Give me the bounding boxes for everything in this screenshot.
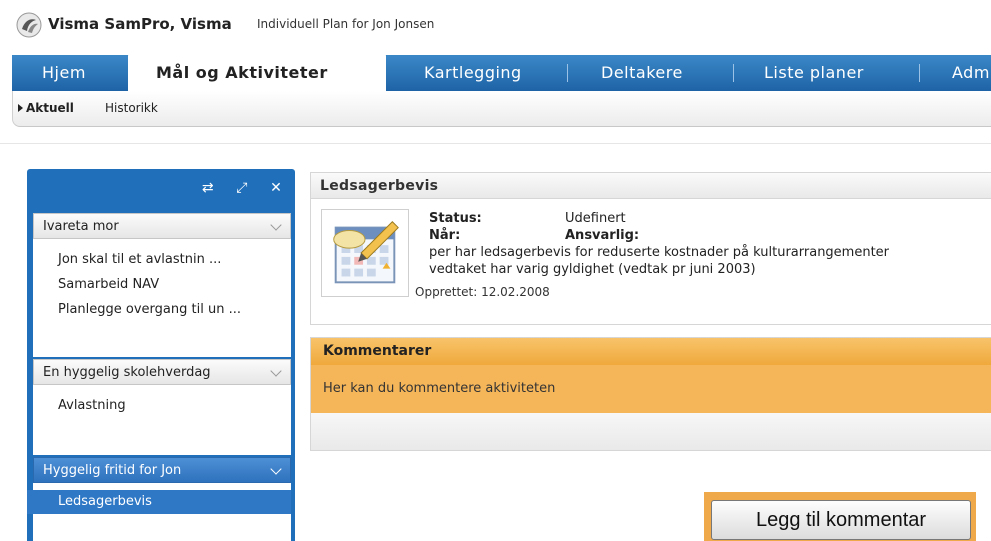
divider bbox=[0, 143, 991, 144]
goal-group: Hyggelig fritid for Jon Ledsagerbevis bbox=[27, 457, 291, 541]
activity-title: Ledsagerbevis bbox=[320, 178, 439, 194]
subnav-aktuell[interactable]: Aktuell bbox=[26, 101, 74, 115]
status-value: Udefinert bbox=[565, 211, 626, 226]
calendar-edit-icon bbox=[321, 209, 409, 297]
header: Visma SamPro, Visma Individuell Plan for… bbox=[0, 0, 991, 50]
goal-group: Ivareta mor Jon skal til et avlastnin ..… bbox=[33, 213, 291, 357]
tab-kartlegging[interactable]: Kartlegging bbox=[424, 55, 522, 91]
comments-footer bbox=[311, 413, 991, 450]
tab-separator bbox=[567, 64, 568, 82]
plan-title: Individuell Plan for Jon Jonsen bbox=[257, 17, 435, 31]
shuffle-icon[interactable]: ⇄ bbox=[199, 179, 217, 197]
tab-liste-planer[interactable]: Liste planer bbox=[764, 55, 864, 91]
expand-all-icon[interactable]: ⤢ bbox=[233, 179, 251, 197]
activity-item[interactable]: Samarbeid NAV bbox=[33, 272, 291, 297]
goal-group: En hyggelig skolehverdag Avlastning bbox=[33, 359, 291, 455]
activity-item[interactable]: Avlastning bbox=[33, 393, 291, 418]
created-date: Opprettet: 12.02.2008 bbox=[415, 285, 550, 299]
activity-detail: Status: Udefinert Når: Ansvarlig: per ha… bbox=[310, 199, 991, 325]
goal-title: En hyggelig skolehverdag bbox=[43, 365, 211, 380]
subnav-historikk[interactable]: Historikk bbox=[105, 101, 158, 115]
chevron-down-icon bbox=[270, 365, 282, 377]
activity-description: per har ledsagerbevis for reduserte kost… bbox=[429, 245, 890, 260]
activity-item[interactable]: Jon skal til et avlastnin ... bbox=[33, 247, 291, 272]
chevron-down-icon bbox=[270, 463, 282, 475]
tab-deltakere[interactable]: Deltakere bbox=[601, 55, 683, 91]
when-label: Når: bbox=[429, 228, 461, 243]
tab-separator bbox=[733, 64, 734, 82]
subnav: Aktuell Historikk bbox=[12, 91, 991, 127]
goal-title: Ivareta mor bbox=[43, 219, 119, 234]
sidebar-toolbar: ⇄ ⤢ ✕ bbox=[187, 179, 285, 199]
collapse-all-icon[interactable]: ✕ bbox=[267, 179, 285, 197]
app-title: Visma SamPro, Visma bbox=[48, 15, 232, 33]
activity-title-bar: Ledsagerbevis bbox=[310, 172, 991, 199]
comments-hint: Her kan du kommentere aktiviteten bbox=[311, 365, 991, 413]
tab-adm[interactable]: Adm bbox=[952, 55, 990, 91]
sidebar: ⇄ ⤢ ✕ Ivareta mor Jon skal til et avlast… bbox=[27, 169, 295, 541]
status-label: Status: bbox=[429, 211, 482, 226]
tab-separator bbox=[919, 64, 920, 82]
chevron-down-icon bbox=[270, 219, 282, 231]
goal-header[interactable]: En hyggelig skolehverdag bbox=[33, 359, 291, 385]
main-tabbar: Hjem Mål og Aktiviteter Kartlegging Delt… bbox=[12, 53, 991, 93]
comments-title: Kommentarer bbox=[311, 338, 991, 365]
goal-header[interactable]: Hyggelig fritid for Jon bbox=[33, 457, 291, 483]
responsible-label: Ansvarlig: bbox=[565, 228, 640, 243]
caret-right-icon bbox=[18, 104, 23, 112]
activity-item[interactable]: Planlegge overgang til un ... bbox=[33, 297, 291, 322]
activity-description: vedtaket har varig gyldighet (vedtak pr … bbox=[429, 262, 756, 277]
goal-title: Hyggelig fritid for Jon bbox=[43, 463, 182, 478]
comments-panel: Kommentarer Her kan du kommentere aktivi… bbox=[310, 337, 991, 451]
activity-item-selected[interactable]: Ledsagerbevis bbox=[27, 490, 291, 514]
tab-mal-og-aktiviteter[interactable]: Mål og Aktiviteter bbox=[128, 53, 386, 93]
add-comment-button[interactable]: Legg til kommentar bbox=[711, 500, 971, 540]
goal-header[interactable]: Ivareta mor bbox=[33, 213, 291, 239]
visma-logo-icon bbox=[16, 12, 42, 38]
tab-hjem[interactable]: Hjem bbox=[42, 55, 86, 91]
